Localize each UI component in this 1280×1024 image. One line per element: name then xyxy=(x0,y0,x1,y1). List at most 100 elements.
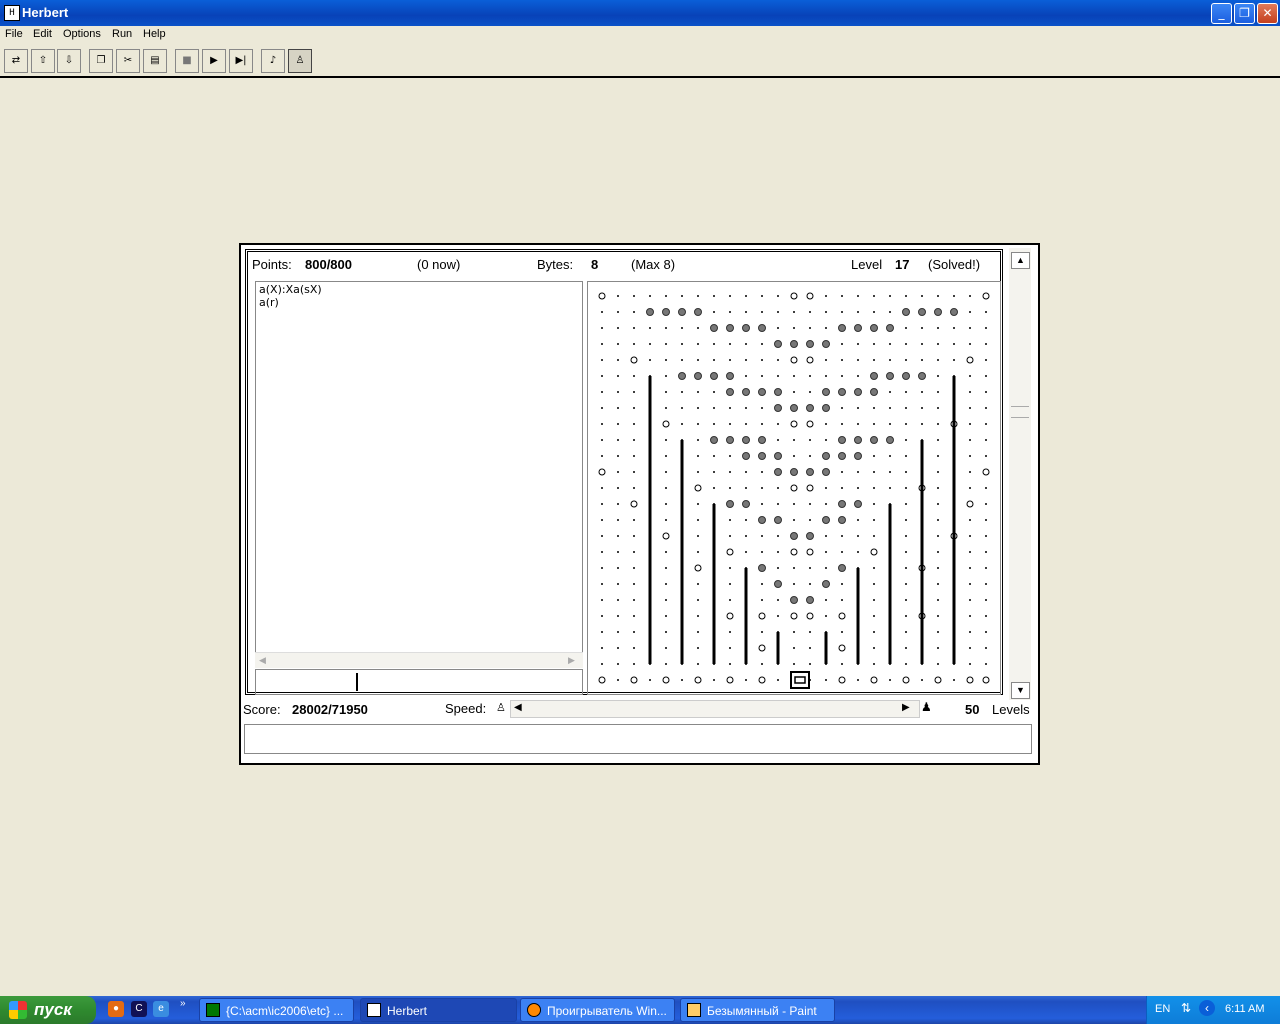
visited-square xyxy=(886,372,894,380)
grid-dot xyxy=(697,359,699,361)
cut-button[interactable]: ✂ xyxy=(116,49,140,73)
visited-square xyxy=(774,404,782,412)
browser-icon[interactable]: e xyxy=(153,1001,169,1017)
chevron-icon[interactable]: » xyxy=(180,998,186,1009)
grid-dot xyxy=(953,327,955,329)
grid-dot xyxy=(809,567,811,569)
grid-dot xyxy=(633,391,635,393)
level-value: 17 xyxy=(895,257,910,272)
grid-dot xyxy=(665,615,667,617)
grid-dot xyxy=(905,535,907,537)
herbert-view-button[interactable]: ♙ xyxy=(288,49,312,73)
scroll-down-button[interactable]: ▼ xyxy=(1011,682,1030,699)
run-button[interactable]: ▶ xyxy=(202,49,226,73)
level-vscrollbar[interactable]: ▲ ▼ xyxy=(1009,248,1031,700)
points-value: 800/800 xyxy=(305,257,352,272)
menu-help[interactable]: Help xyxy=(143,28,166,40)
step-button[interactable]: ▶| xyxy=(229,49,253,73)
open-button[interactable]: ⇄ xyxy=(4,49,28,73)
grid-dot xyxy=(937,647,939,649)
task-media-player[interactable]: Проигрыватель Win... xyxy=(520,998,675,1022)
visited-square xyxy=(790,404,798,412)
code-editor[interactable]: a(X):Xa(sX) a(r) xyxy=(255,281,583,665)
slider-right-icon[interactable]: ▶ xyxy=(902,702,910,713)
menu-file[interactable]: File xyxy=(5,28,23,40)
restore-button[interactable]: ❐ xyxy=(1234,3,1255,24)
grid-dot xyxy=(649,295,651,297)
grid-dot xyxy=(905,599,907,601)
visited-square xyxy=(758,436,766,444)
grid-dot xyxy=(617,407,619,409)
visited-square xyxy=(806,404,814,412)
scroll-right-icon[interactable]: ▶ xyxy=(568,655,575,666)
grid-dot xyxy=(905,455,907,457)
stop-button[interactable]: ■ xyxy=(175,49,199,73)
grid-dot xyxy=(905,551,907,553)
open-square xyxy=(838,644,846,652)
menu-edit[interactable]: Edit xyxy=(33,28,52,40)
open-square xyxy=(758,676,766,684)
slider-left-icon[interactable]: ◀ xyxy=(514,702,522,713)
start-button[interactable]: пуск xyxy=(0,996,96,1024)
grid-dot xyxy=(985,647,987,649)
status-box xyxy=(244,724,1032,754)
grid-dot xyxy=(873,455,875,457)
grid-dot xyxy=(857,679,859,681)
grid-dot xyxy=(985,375,987,377)
visited-square xyxy=(726,388,734,396)
sound-button[interactable]: ♪ xyxy=(261,49,285,73)
open-square xyxy=(598,676,606,684)
terminal-icon[interactable]: C xyxy=(131,1001,147,1017)
scroll-left-icon[interactable]: ◀ xyxy=(259,655,266,666)
visited-square xyxy=(806,596,814,604)
visited-square xyxy=(678,372,686,380)
game-frame: Points: 800/800 (0 now) Bytes: 8 (Max 8)… xyxy=(245,249,1003,695)
language-indicator[interactable]: EN xyxy=(1155,1003,1170,1015)
grid-dot xyxy=(905,615,907,617)
grid-dot xyxy=(857,375,859,377)
game-panel: Points: 800/800 (0 now) Bytes: 8 (Max 8)… xyxy=(239,243,1040,765)
expand-tray-icon[interactable]: ‹ xyxy=(1199,1000,1215,1016)
grid-dot xyxy=(617,471,619,473)
grid-dot xyxy=(953,343,955,345)
grid-dot xyxy=(761,407,763,409)
grid-dot xyxy=(889,343,891,345)
download-button[interactable]: ⇩ xyxy=(57,49,81,73)
grid-dot xyxy=(969,375,971,377)
grid-dot xyxy=(617,663,619,665)
grid-dot xyxy=(825,311,827,313)
grid-dot xyxy=(777,375,779,377)
menu-options[interactable]: Options xyxy=(63,28,101,40)
visited-square xyxy=(742,500,750,508)
level-grid[interactable] xyxy=(587,281,1001,695)
upload-button[interactable]: ⇧ xyxy=(31,49,55,73)
grid-dot xyxy=(969,311,971,313)
grid-dot xyxy=(697,583,699,585)
grid-dot xyxy=(985,519,987,521)
speed-slider[interactable]: ◀ ▶ xyxy=(510,700,920,718)
firefox-icon[interactable]: ● xyxy=(108,1001,124,1017)
grid-dot xyxy=(937,615,939,617)
grid-dot xyxy=(745,679,747,681)
task-far-manager[interactable]: {C:\acm\ic2006\etc} ... xyxy=(199,998,354,1022)
grid-dot xyxy=(665,455,667,457)
copy-button[interactable]: ❐ xyxy=(89,49,113,73)
command-input[interactable] xyxy=(255,669,583,695)
grid-dot xyxy=(729,519,731,521)
minimize-button[interactable]: _ xyxy=(1211,3,1232,24)
close-button[interactable]: ✕ xyxy=(1257,3,1278,24)
menu-run[interactable]: Run xyxy=(112,28,132,40)
code-hscrollbar[interactable]: ◀ ▶ xyxy=(255,652,583,668)
grid-dot xyxy=(985,663,987,665)
grid-dot xyxy=(665,631,667,633)
grid-dot xyxy=(761,471,763,473)
task-paint[interactable]: Безымянный - Paint xyxy=(680,998,835,1022)
scroll-up-button[interactable]: ▲ xyxy=(1011,252,1030,269)
open-square xyxy=(790,356,798,364)
network-icon[interactable]: ⇅ xyxy=(1181,1001,1191,1015)
paste-button[interactable]: ▤ xyxy=(143,49,167,73)
grid-dot xyxy=(793,519,795,521)
grid-dot xyxy=(969,455,971,457)
scroll-thumb[interactable] xyxy=(1011,406,1029,418)
task-herbert[interactable]: Herbert xyxy=(360,998,517,1022)
